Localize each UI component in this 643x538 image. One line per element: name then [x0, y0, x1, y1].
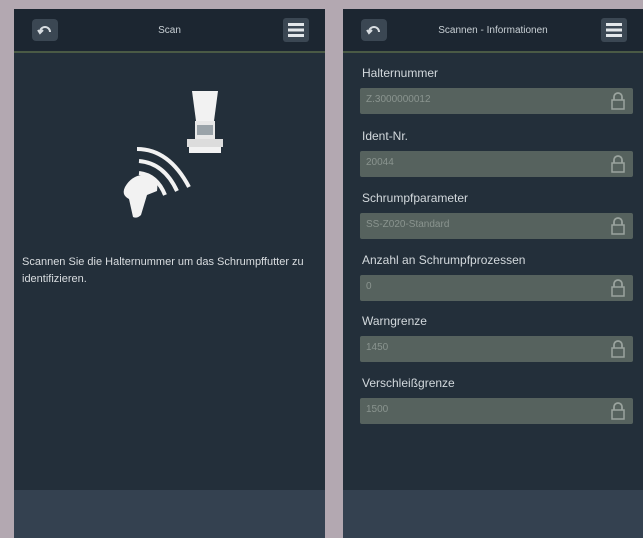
field-label-verschleissgrenze: Verschleißgrenze	[362, 376, 455, 390]
back-button[interactable]	[361, 19, 387, 41]
ident-nr-field: 20044	[360, 151, 633, 177]
schrumpfparameter-field: SS-Z020-Standard	[360, 213, 633, 239]
back-icon	[37, 26, 51, 35]
app-header: Scan	[14, 9, 325, 53]
footer-bar	[343, 490, 643, 538]
app-header: Scannen - Informationen	[343, 9, 643, 53]
lock-icon	[611, 217, 625, 235]
menu-button[interactable]	[601, 18, 627, 42]
field-value: 20044	[366, 157, 394, 168]
lock-icon	[611, 279, 625, 297]
menu-button[interactable]	[283, 18, 309, 42]
field-label-warngrenze: Warngrenze	[362, 314, 427, 328]
field-label-anzahl-schrumpfprozesse: Anzahl an Schrumpfprozessen	[362, 253, 526, 267]
scan-instruction: Scannen Sie die Halternummer um das Schr…	[22, 256, 304, 285]
menu-icon	[606, 23, 622, 37]
menu-icon	[288, 23, 304, 37]
field-label-halternummer: Halternummer	[362, 66, 439, 80]
field-value: 1500	[366, 404, 389, 415]
halternummer-field: Z.3000000012	[360, 88, 633, 114]
page-title: Scan	[158, 24, 181, 36]
lock-icon	[611, 340, 625, 358]
lock-icon	[611, 155, 625, 173]
back-icon	[366, 26, 380, 35]
lock-icon	[611, 402, 625, 420]
tool-holder-icon	[187, 91, 223, 153]
scan-info-screen: Scannen - Informationen Halternummer Z.3…	[343, 9, 643, 538]
field-value: 0	[366, 281, 372, 292]
field-label-ident-nr: Ident-Nr.	[362, 129, 409, 143]
field-label-schrumpfparameter: Schrumpfparameter	[362, 191, 469, 205]
footer-bar	[14, 490, 325, 538]
scan-screen: Scan Scannen Sie die Halternummer um das…	[14, 9, 325, 538]
warngrenze-field: 1450	[360, 336, 633, 362]
scan-illustration	[123, 91, 223, 218]
field-value: 1450	[366, 342, 389, 353]
anzahl-schrumpfprozesse-field: 0	[360, 275, 633, 301]
back-button[interactable]	[32, 19, 58, 41]
field-value: SS-Z020-Standard	[366, 219, 450, 230]
page-title: Scannen - Informationen	[438, 24, 548, 36]
scanner-icon	[123, 174, 158, 218]
verschleissgrenze-field: 1500	[360, 398, 633, 424]
field-value: Z.3000000012	[366, 94, 431, 105]
lock-icon	[611, 92, 625, 110]
